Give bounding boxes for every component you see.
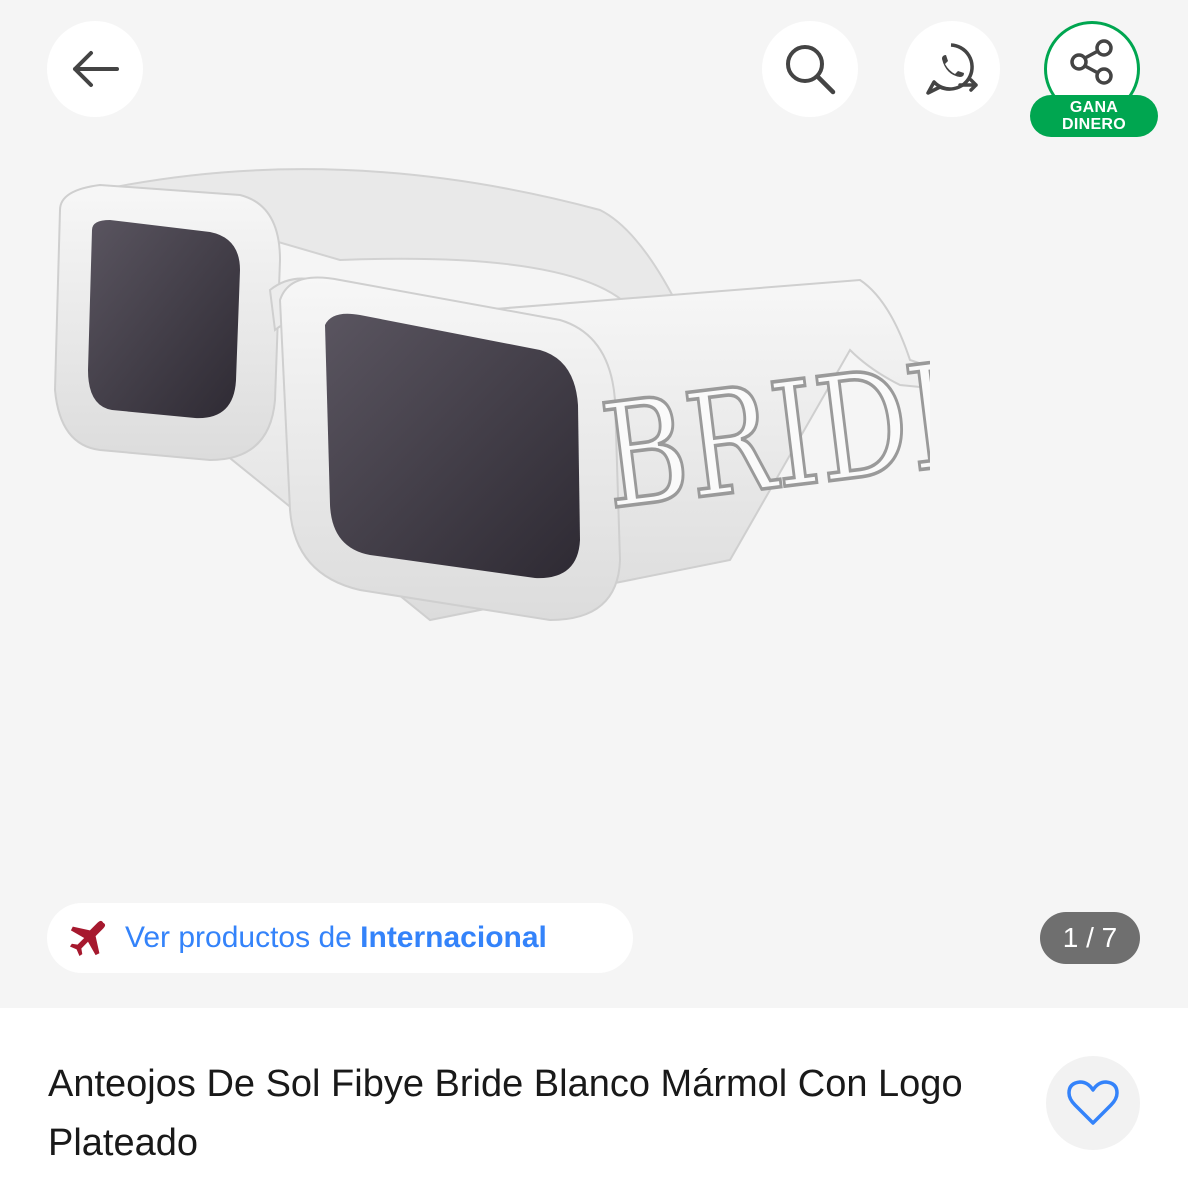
whatsapp-share-icon <box>926 43 978 95</box>
favorite-button[interactable] <box>1046 1056 1140 1150</box>
earn-money-badge[interactable]: GANA DINERO <box>1030 95 1158 137</box>
heart-outline-icon <box>1067 1080 1119 1125</box>
image-counter: 1 / 7 <box>1040 912 1140 964</box>
arrow-left-icon <box>73 51 119 87</box>
back-button[interactable] <box>47 21 143 117</box>
product-gallery[interactable]: BRIDE GANA DINERO Ver productos de Inter… <box>0 0 1188 1008</box>
share-icon <box>1070 39 1113 85</box>
earn-label-line2: DINERO <box>1061 116 1127 133</box>
product-title: Anteojos De Sol Fibye Bride Blanco Mármo… <box>48 1063 963 1164</box>
search-icon <box>786 45 836 95</box>
product-image: BRIDE <box>53 168 930 622</box>
store-link-prefix: Ver productos de <box>125 921 361 954</box>
store-link[interactable]: Ver productos de Internacional <box>47 903 633 973</box>
search-button[interactable] <box>762 21 858 117</box>
earn-label-line1: GANA <box>1069 99 1119 116</box>
store-link-text: Ver productos de Internacional <box>125 921 547 955</box>
airplane-icon <box>69 920 106 957</box>
whatsapp-share-button[interactable] <box>904 21 1000 117</box>
store-name: Internacional <box>360 921 547 954</box>
